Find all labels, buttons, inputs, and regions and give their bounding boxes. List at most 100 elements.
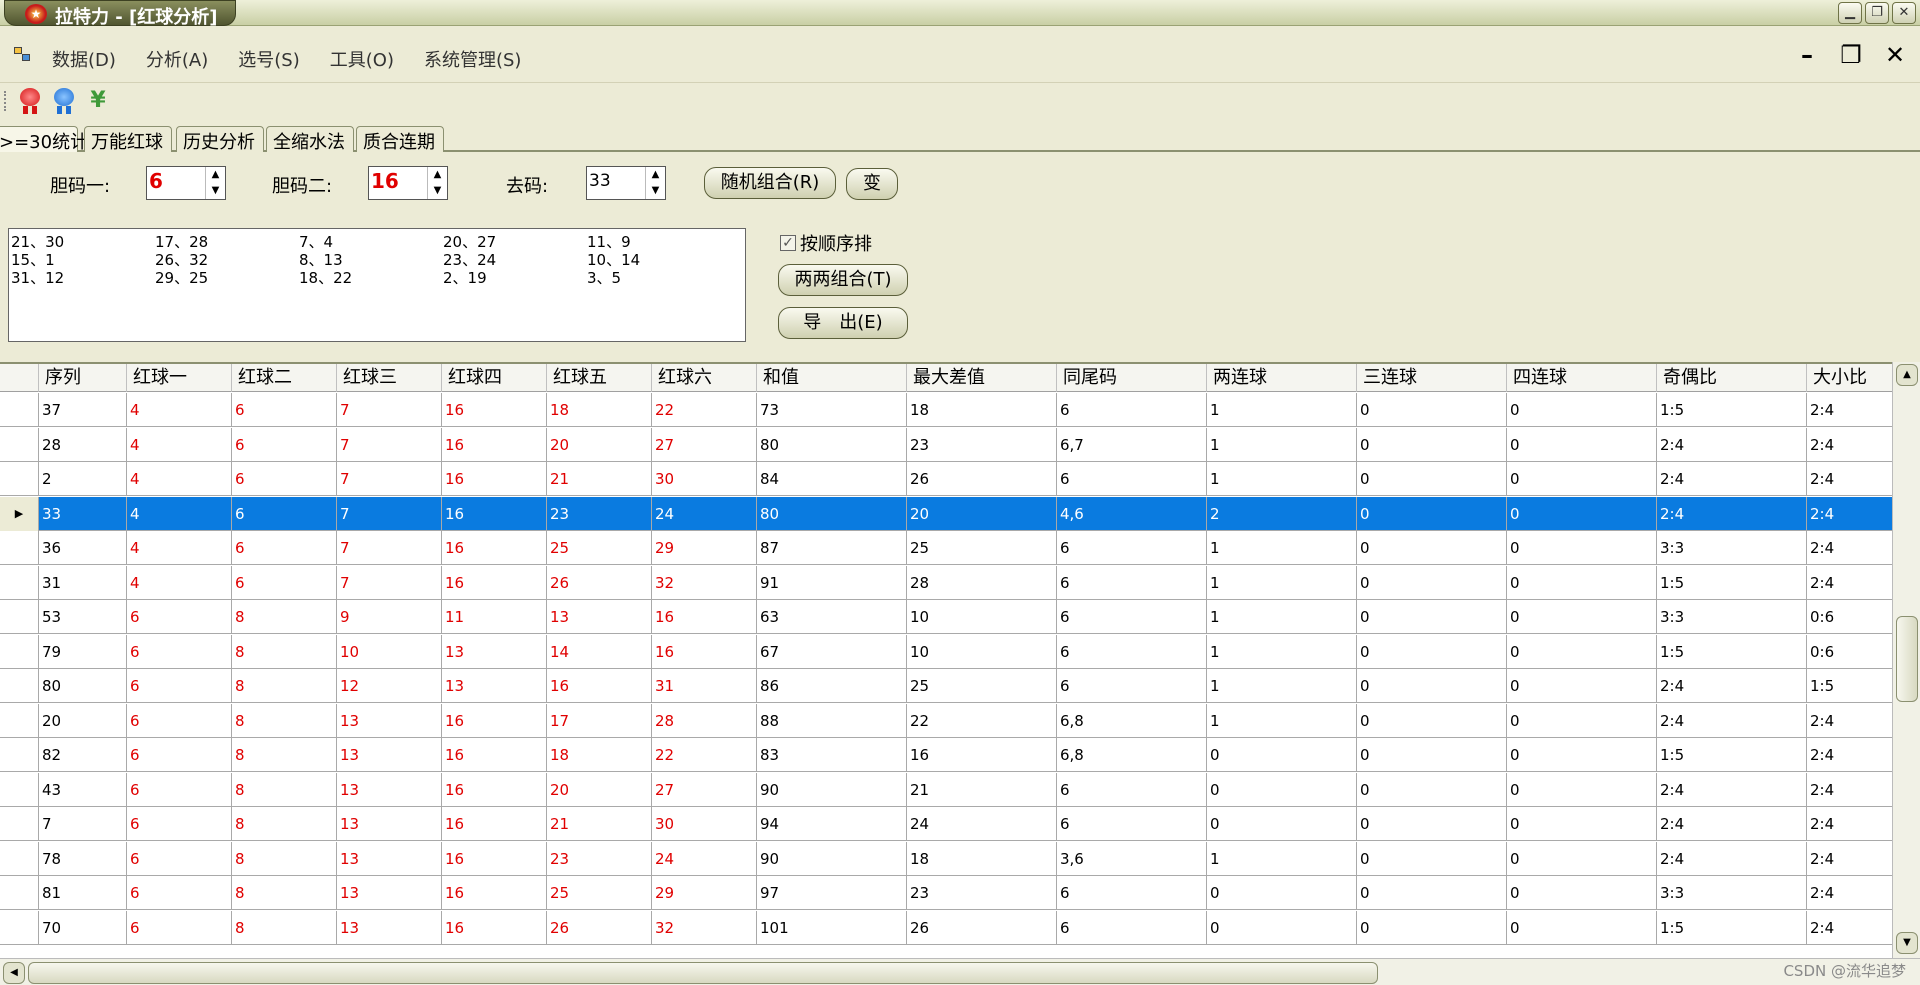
row-header[interactable]: [0, 876, 38, 910]
blue-ribbon-icon[interactable]: [52, 88, 76, 114]
table-cell[interactable]: 8: [231, 600, 336, 634]
mdi-restore-button[interactable]: ❐: [1840, 43, 1862, 67]
table-cell[interactable]: 3:3: [1656, 600, 1806, 634]
table-cell[interactable]: 21: [546, 807, 651, 841]
row-header[interactable]: [0, 807, 38, 841]
table-cell[interactable]: 0: [1506, 393, 1656, 427]
column-header[interactable]: 红球二: [231, 364, 336, 392]
table-cell[interactable]: 25: [906, 669, 1056, 703]
table-cell[interactable]: 2:4: [1806, 531, 1892, 565]
table-cell[interactable]: 70: [38, 910, 126, 945]
table-cell[interactable]: 1:5: [1656, 634, 1806, 669]
table-cell[interactable]: 6: [1056, 393, 1206, 427]
table-row[interactable]: 70 6 8 13 16 26 32 101 26 6 0 0 0 1:5 2:4: [0, 910, 1892, 945]
table-cell[interactable]: 2:4: [1806, 496, 1892, 531]
table-row[interactable]: 37 4 6 7 16 18 22 73 18 6 1 0 0 1:5 2:4: [0, 393, 1892, 427]
table-cell[interactable]: 0:6: [1806, 600, 1892, 634]
tab-prime-composite[interactable]: 质合连期: [356, 126, 444, 153]
column-header[interactable]: 四连球: [1506, 364, 1656, 392]
table-cell[interactable]: 81: [38, 876, 126, 910]
table-cell[interactable]: 9: [336, 600, 441, 634]
table-cell[interactable]: 16: [441, 772, 546, 807]
table-cell[interactable]: 16: [441, 876, 546, 910]
table-cell[interactable]: 0: [1356, 496, 1506, 531]
table-cell[interactable]: 4: [126, 531, 231, 565]
down-arrow-icon[interactable]: ▼: [646, 183, 665, 199]
menu-item[interactable]: 数据(D): [52, 46, 116, 72]
table-cell[interactable]: 2:4: [1806, 703, 1892, 738]
table-cell[interactable]: 18: [546, 393, 651, 427]
table-cell[interactable]: 6: [1056, 531, 1206, 565]
table-cell[interactable]: 1: [1206, 634, 1356, 669]
table-cell[interactable]: 6: [1056, 669, 1206, 703]
table-cell[interactable]: 13: [546, 600, 651, 634]
table-cell[interactable]: 0: [1356, 565, 1506, 600]
table-cell[interactable]: 6: [126, 738, 231, 772]
row-pointer-icon[interactable]: ▶: [0, 496, 38, 531]
menu-item[interactable]: 选号(S): [238, 46, 299, 72]
table-cell[interactable]: 13: [336, 738, 441, 772]
table-cell[interactable]: 24: [906, 807, 1056, 841]
table-cell[interactable]: 1: [1206, 565, 1356, 600]
table-cell[interactable]: 26: [906, 462, 1056, 496]
table-cell[interactable]: 23: [546, 841, 651, 876]
checkbox-check-icon[interactable]: ✓: [780, 235, 796, 251]
table-cell[interactable]: 13: [336, 807, 441, 841]
table-cell[interactable]: 7: [336, 462, 441, 496]
table-cell[interactable]: 8: [231, 807, 336, 841]
row-header[interactable]: [0, 600, 38, 634]
table-cell[interactable]: 28: [651, 703, 756, 738]
yen-icon[interactable]: ¥: [86, 88, 110, 114]
vertical-scrollbar[interactable]: ▲ ▼: [1892, 362, 1920, 958]
up-arrow-icon[interactable]: ▲: [428, 167, 447, 183]
table-cell[interactable]: 16: [546, 669, 651, 703]
table-cell[interactable]: 0: [1356, 531, 1506, 565]
dan1-arrows[interactable]: ▲ ▼: [205, 167, 225, 199]
table-cell[interactable]: 13: [336, 910, 441, 945]
table-cell[interactable]: 18: [906, 393, 1056, 427]
table-cell[interactable]: 0: [1356, 600, 1506, 634]
table-cell[interactable]: 1:5: [1656, 910, 1806, 945]
table-cell[interactable]: 8: [231, 876, 336, 910]
table-cell[interactable]: 21: [906, 772, 1056, 807]
row-header[interactable]: [0, 773, 38, 807]
table-cell[interactable]: 4: [126, 393, 231, 427]
table-cell[interactable]: 0: [1506, 565, 1656, 600]
table-cell[interactable]: 16: [441, 393, 546, 427]
random-combine-button[interactable]: 随机组合(R): [704, 167, 836, 199]
table-cell[interactable]: 0: [1506, 910, 1656, 945]
table-cell[interactable]: 16: [441, 496, 546, 531]
column-header[interactable]: 红球三: [336, 364, 441, 392]
table-cell[interactable]: 6,7: [1056, 427, 1206, 462]
table-cell[interactable]: 0:6: [1806, 634, 1892, 669]
table-cell[interactable]: 2: [38, 462, 126, 496]
table-cell[interactable]: 7: [336, 393, 441, 427]
table-cell[interactable]: 7: [336, 427, 441, 462]
table-row[interactable]: 31 4 6 7 16 26 32 91 28 6 1 0 0 1:5 2:4: [0, 565, 1892, 600]
table-cell[interactable]: 6: [126, 910, 231, 945]
pair-combine-button[interactable]: 两两组合(T): [778, 264, 908, 296]
table-cell[interactable]: 0: [1506, 634, 1656, 669]
table-cell[interactable]: 0: [1206, 772, 1356, 807]
table-cell[interactable]: 1: [1206, 841, 1356, 876]
table-cell[interactable]: 0: [1206, 738, 1356, 772]
table-cell[interactable]: 2:4: [1806, 393, 1892, 427]
table-cell[interactable]: 0: [1506, 807, 1656, 841]
table-cell[interactable]: 0: [1206, 876, 1356, 910]
table-cell[interactable]: 82: [38, 738, 126, 772]
table-cell[interactable]: 0: [1356, 462, 1506, 496]
table-cell[interactable]: 3:3: [1656, 876, 1806, 910]
table-cell[interactable]: 22: [651, 738, 756, 772]
table-cell[interactable]: 2:4: [1656, 703, 1806, 738]
table-cell[interactable]: 0: [1356, 738, 1506, 772]
table-cell[interactable]: 73: [756, 393, 906, 427]
row-header[interactable]: [0, 911, 38, 945]
table-cell[interactable]: 2:4: [1806, 807, 1892, 841]
table-cell[interactable]: 24: [651, 841, 756, 876]
table-cell[interactable]: 83: [756, 738, 906, 772]
horizontal-scrollbar[interactable]: ◀: [0, 958, 1920, 985]
restore-button[interactable]: ❐: [1865, 2, 1889, 24]
table-cell[interactable]: 1: [1206, 393, 1356, 427]
table-cell[interactable]: 0: [1506, 669, 1656, 703]
table-cell[interactable]: 13: [336, 703, 441, 738]
